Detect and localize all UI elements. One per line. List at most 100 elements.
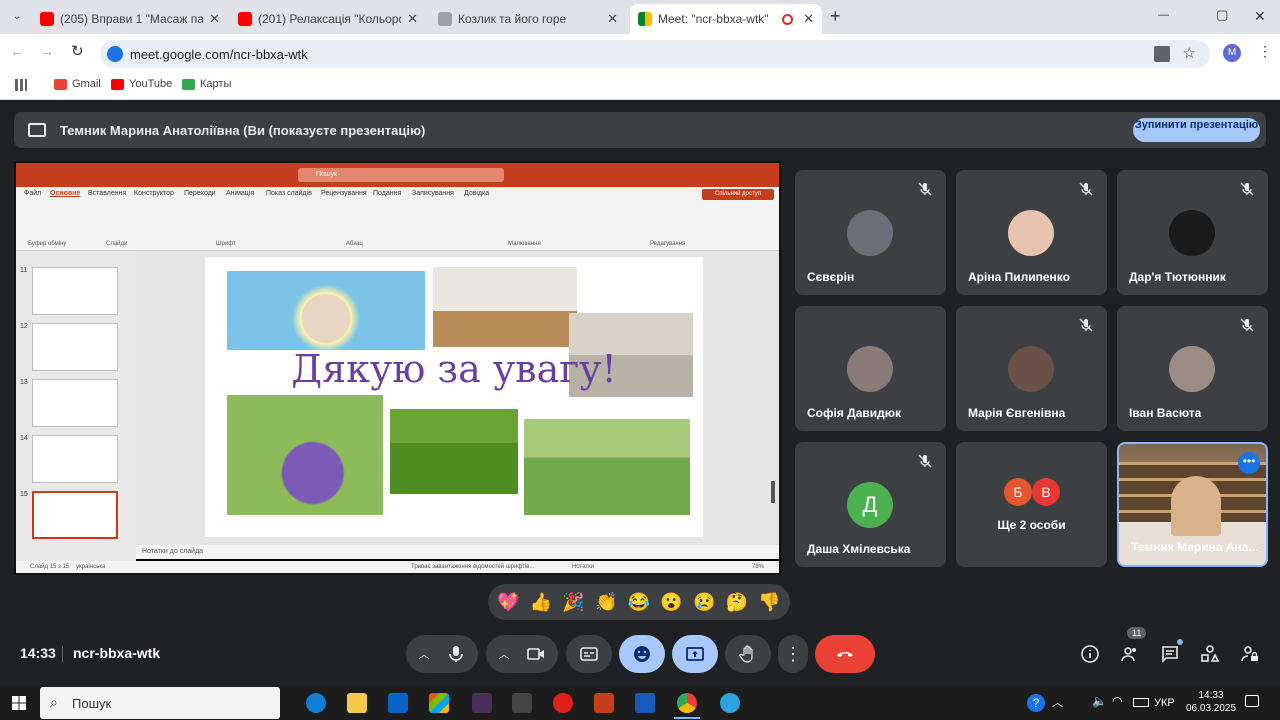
pp-ribbon-tab[interactable]: Подання [373, 190, 401, 197]
stop-presenting-button[interactable]: Зупинити презентацію [1133, 118, 1260, 142]
self-view-tile[interactable]: ••• Темник Марина Ана... [1117, 442, 1268, 567]
pp-ribbon-tab[interactable]: Показ слайдів [266, 190, 312, 197]
outlook-icon[interactable] [388, 693, 408, 713]
pp-ribbon-tab[interactable]: Файл [24, 190, 41, 197]
close-tab-icon[interactable]: ✕ [607, 11, 618, 27]
wifi-icon[interactable]: ◠ [1112, 694, 1122, 708]
pp-share-button[interactable]: Спільний доступ [702, 189, 774, 200]
help-icon[interactable]: ? [1027, 694, 1045, 712]
pp-slide-thumbnail[interactable] [32, 435, 118, 483]
pp-status-notes[interactable]: Нотатки [572, 561, 594, 573]
present-screen-button[interactable] [672, 635, 718, 673]
profile-avatar[interactable]: M [1223, 44, 1241, 62]
more-options-button[interactable]: ⋮ [778, 635, 808, 673]
clipchamp-icon[interactable] [472, 693, 492, 713]
address-bar[interactable]: meet.google.com/ncr-bbxa-wtk ☆ [100, 40, 1210, 68]
taskbar-search[interactable]: ⌕ Пошук [40, 687, 280, 719]
participant-tile[interactable]: Д Даша Хмілевська [795, 442, 946, 567]
taskbar-clock[interactable]: 14:33 06.03.2025 [1186, 689, 1236, 715]
word-icon[interactable] [635, 693, 655, 713]
volume-icon[interactable]: 🔈 [1092, 694, 1107, 708]
activities-button[interactable] [1197, 641, 1223, 667]
bookmark-gmail[interactable]: Gmail [54, 78, 101, 90]
pp-ribbon-tab[interactable]: Довідка [464, 190, 489, 197]
telegram-icon[interactable] [720, 693, 740, 713]
pp-search-box[interactable]: Пошук [298, 168, 504, 182]
host-controls-button[interactable] [1237, 641, 1263, 667]
bookmark-maps[interactable]: Карты [182, 78, 231, 90]
pp-ribbon-tab[interactable]: Анімація [226, 190, 254, 197]
browser-tab[interactable]: (205) Вправи 1 "Масаж пальчи ✕ [32, 4, 228, 34]
battery-icon[interactable] [1133, 698, 1149, 707]
captions-button[interactable] [566, 635, 612, 673]
browser-tab[interactable]: Козлик та його горе ✕ [430, 4, 626, 34]
pp-notes-pane[interactable]: Нотатки до слайда [136, 545, 779, 559]
reaction-clap[interactable]: 👏 [595, 592, 617, 613]
more-participants-tile[interactable]: Б В Ще 2 особи [956, 442, 1107, 567]
minimize-button[interactable]: — [1158, 9, 1169, 21]
pp-slide-thumbnail[interactable] [32, 491, 118, 539]
apps-grid-icon[interactable] [15, 79, 27, 91]
browser-tab[interactable]: (201) Релаксація "Кольоротер ✕ [230, 4, 426, 34]
pp-slide-thumbnail[interactable] [32, 323, 118, 371]
chevron-up-icon[interactable]: ︿ [419, 646, 430, 662]
windows-start-icon[interactable] [12, 696, 26, 710]
pp-ribbon-tab[interactable]: Записування [412, 190, 454, 197]
camera-control[interactable]: ︿ [486, 635, 558, 673]
mic-control[interactable]: ︿ [406, 635, 478, 673]
forward-icon[interactable]: → [40, 43, 54, 59]
powerpoint-icon[interactable] [594, 693, 614, 713]
store-icon[interactable] [429, 693, 449, 713]
notifications-icon[interactable] [1245, 695, 1259, 707]
pp-status-zoom[interactable]: 78% [752, 561, 764, 573]
raise-hand-button[interactable] [725, 635, 771, 673]
pp-slide-thumbnail[interactable] [32, 267, 118, 315]
leave-call-button[interactable] [815, 635, 875, 673]
meeting-details-button[interactable] [1077, 641, 1103, 667]
close-tab-icon[interactable]: ✕ [209, 11, 220, 27]
maximize-button[interactable]: ▢ [1216, 7, 1228, 23]
tray-chevron-icon[interactable]: ︿ [1052, 694, 1063, 710]
browser-tab-active[interactable]: Meet: "ncr-bbxa-wtk" ✕ [630, 4, 822, 34]
bookmark-youtube[interactable]: YouTube [111, 78, 172, 90]
chevron-up-icon[interactable]: ︿ [499, 646, 510, 662]
calendar-icon[interactable] [512, 693, 532, 713]
file-explorer-icon[interactable] [347, 693, 367, 713]
participant-tile[interactable]: Дар'я Тютюнник [1117, 170, 1268, 295]
translate-icon[interactable] [1154, 46, 1170, 62]
pp-slide-thumbnail[interactable] [32, 379, 118, 427]
pp-ribbon-tab[interactable]: Переходи [184, 190, 216, 197]
reaction-thumbs-down[interactable]: 👎 [758, 592, 780, 613]
people-button[interactable]: 11 [1117, 627, 1147, 667]
close-tab-icon[interactable]: ✕ [407, 11, 418, 27]
participant-tile[interactable]: Сєвєрін [795, 170, 946, 295]
pp-ribbon-tab[interactable]: Конструктор [134, 190, 174, 197]
participant-tile[interactable]: Аріна Пилипенко [956, 170, 1107, 295]
reaction-thumbs-up[interactable]: 👍 [530, 592, 552, 613]
reaction-party[interactable]: 🎉 [562, 592, 584, 613]
chrome-icon[interactable] [677, 693, 697, 713]
reload-icon[interactable]: ↻ [71, 42, 84, 60]
pp-ribbon-tab[interactable]: Рецензування [321, 190, 367, 197]
pp-ribbon-tab[interactable]: Вставлення [88, 190, 126, 197]
pp-ribbon-tab[interactable]: Основне [50, 190, 80, 197]
bookmark-star-icon[interactable]: ☆ [1183, 44, 1196, 62]
new-tab-button[interactable]: + [830, 6, 841, 27]
emoji-button[interactable] [619, 635, 665, 673]
chat-button[interactable] [1157, 639, 1183, 667]
reaction-heart[interactable]: 💖 [497, 592, 519, 613]
edge-icon[interactable] [306, 693, 326, 713]
back-icon[interactable]: ← [10, 43, 24, 59]
close-tab-icon[interactable]: ✕ [803, 11, 814, 27]
participant-tile[interactable]: Софія Давидюк [795, 306, 946, 431]
reaction-sad[interactable]: 😢 [693, 592, 715, 613]
opera-icon[interactable] [553, 693, 573, 713]
site-info-icon[interactable] [107, 46, 123, 62]
more-options-icon[interactable]: ••• [1238, 452, 1260, 474]
reaction-laugh[interactable]: 😂 [628, 592, 650, 613]
tab-search-button[interactable]: ⌄ [8, 8, 26, 26]
participant-tile[interactable]: Іван Васюта [1117, 306, 1268, 431]
reaction-thinking[interactable]: 🤔 [726, 592, 748, 613]
browser-menu-icon[interactable]: ⋮ [1258, 43, 1272, 60]
pp-vertical-scrollbar[interactable] [771, 481, 775, 503]
